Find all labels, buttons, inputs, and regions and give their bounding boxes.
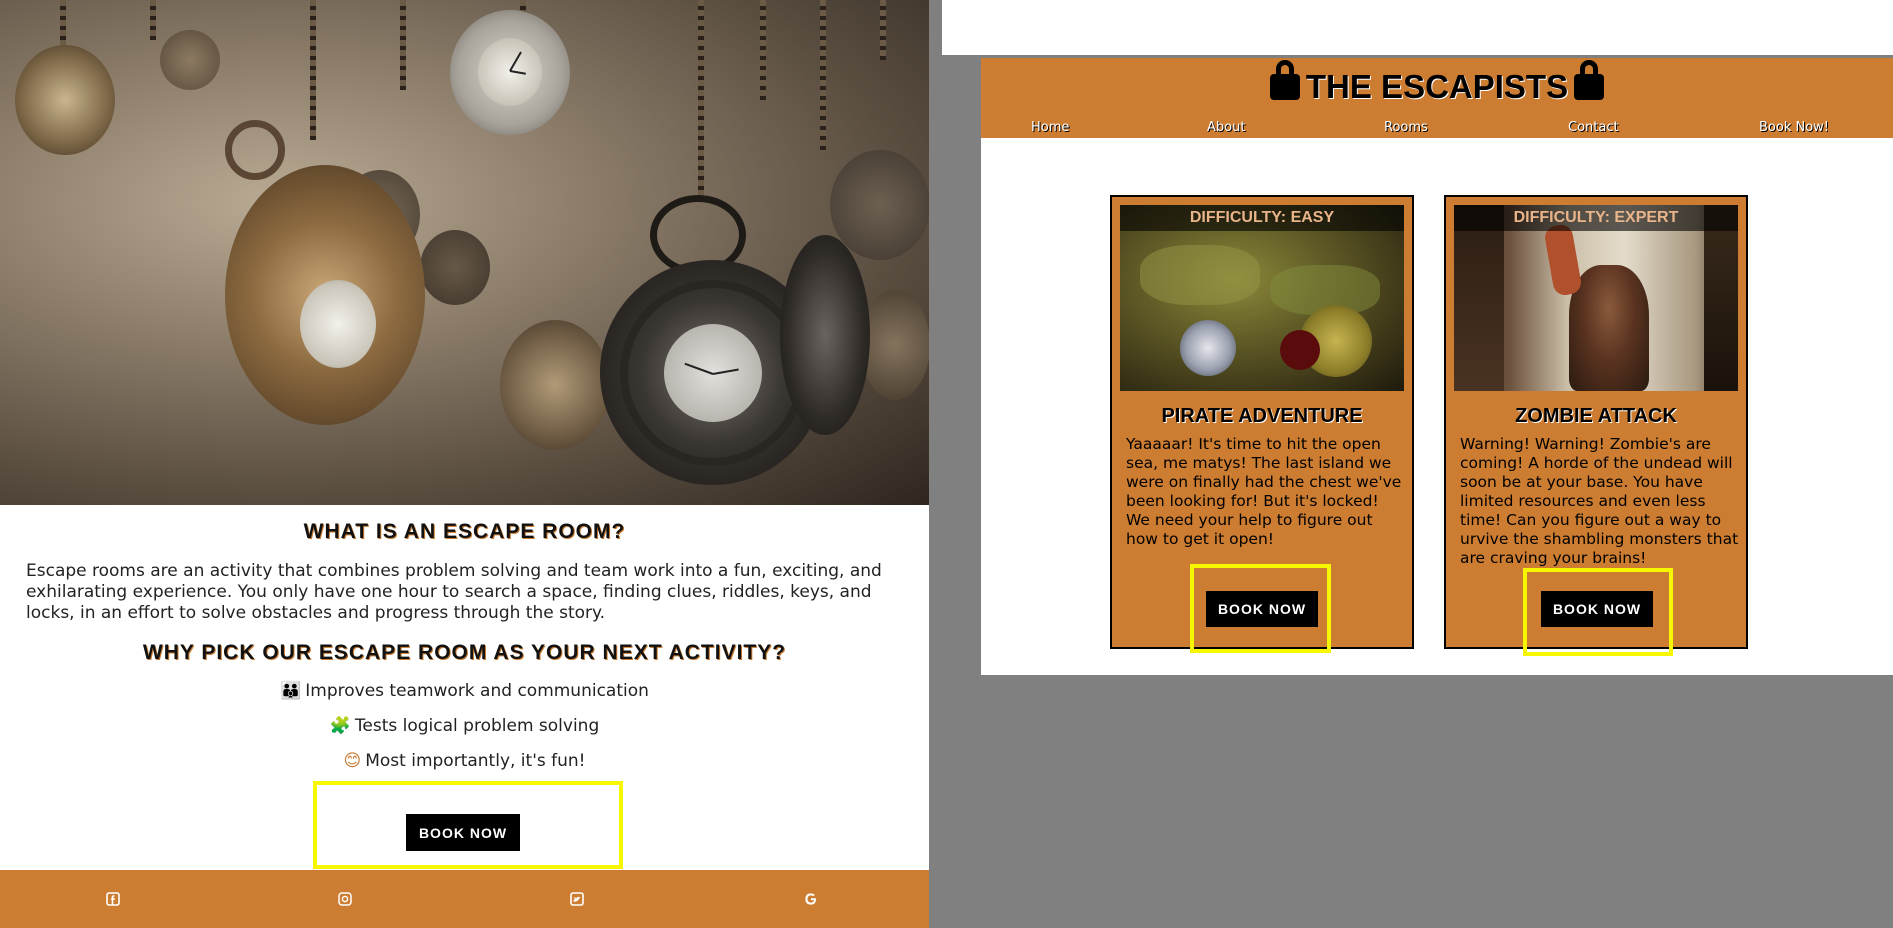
twitter-icon[interactable]: [570, 892, 584, 906]
lock-icon: [1574, 60, 1605, 100]
home-page-screenshot: What is an escape room? Escape rooms are…: [0, 0, 929, 928]
nav-home[interactable]: Home: [1031, 120, 1069, 135]
top-margin: [942, 0, 1893, 55]
smile-icon: 😊: [343, 751, 362, 771]
room-card-pirate-adventure: Difficulty: Easy Pirate Adventure Yaaaaa…: [1110, 195, 1414, 653]
difficulty-badge: Difficulty: Easy: [1120, 205, 1404, 231]
benefit-item: 🧩 Tests logical problem solving: [0, 716, 929, 736]
what-is-escape-room-text: Escape rooms are an activity that combin…: [26, 561, 882, 623]
what-is-escape-room-heading: What is an escape room?: [303, 520, 626, 543]
hero-image-pocket-watches: [0, 0, 929, 505]
google-icon[interactable]: [804, 892, 818, 906]
benefit-item: 😊 Most importantly, it's fun!: [0, 751, 929, 771]
benefit-item: 👪 Improves teamwork and communication: [0, 681, 929, 701]
room-description: Yaaaaar! It's time to hit the open sea, …: [1126, 435, 1402, 548]
benefit-text: Improves teamwork and communication: [305, 681, 649, 701]
brand-logo[interactable]: The Escapists: [981, 60, 1893, 106]
book-now-button[interactable]: Book Now: [406, 814, 520, 851]
instagram-icon[interactable]: [338, 892, 352, 906]
people-group-icon: 👪: [280, 681, 302, 701]
room-title: Zombie Attack: [1515, 405, 1677, 427]
lock-icon: [1269, 60, 1300, 100]
brand-title: The Escapists: [1305, 68, 1569, 105]
nav-about[interactable]: About: [1207, 120, 1245, 135]
nav-contact[interactable]: Contact: [1568, 120, 1619, 135]
rooms-page: The Escapists Home About Rooms Contact B…: [981, 58, 1893, 675]
why-pick-us-heading: Why pick our escape room as your next ac…: [142, 641, 787, 664]
footer: [0, 870, 929, 928]
benefit-text: Most importantly, it's fun!: [365, 751, 586, 771]
room-title: Pirate Adventure: [1161, 405, 1363, 427]
facebook-icon[interactable]: [106, 892, 120, 906]
difficulty-badge: Difficulty: Expert: [1454, 205, 1738, 231]
book-now-button[interactable]: Book Now: [1541, 591, 1653, 627]
nav-book-now[interactable]: Book Now!: [1759, 120, 1829, 135]
nav-rooms[interactable]: Rooms: [1384, 120, 1428, 135]
puzzle-piece-icon: 🧩: [329, 716, 351, 736]
site-header: The Escapists Home About Rooms Contact B…: [981, 58, 1893, 138]
zombie-image: Difficulty: Expert: [1454, 205, 1738, 391]
rooms-page-screenshot: The Escapists Home About Rooms Contact B…: [929, 0, 1893, 928]
pirate-map-image: Difficulty: Easy: [1120, 205, 1404, 391]
benefit-text: Tests logical problem solving: [354, 716, 600, 736]
room-card-zombie-attack: Difficulty: Expert Zombie Attack Warning…: [1444, 195, 1748, 656]
book-now-button[interactable]: Book Now: [1206, 591, 1318, 627]
room-description: Warning! Warning! Zombie's are coming! A…: [1460, 435, 1739, 567]
